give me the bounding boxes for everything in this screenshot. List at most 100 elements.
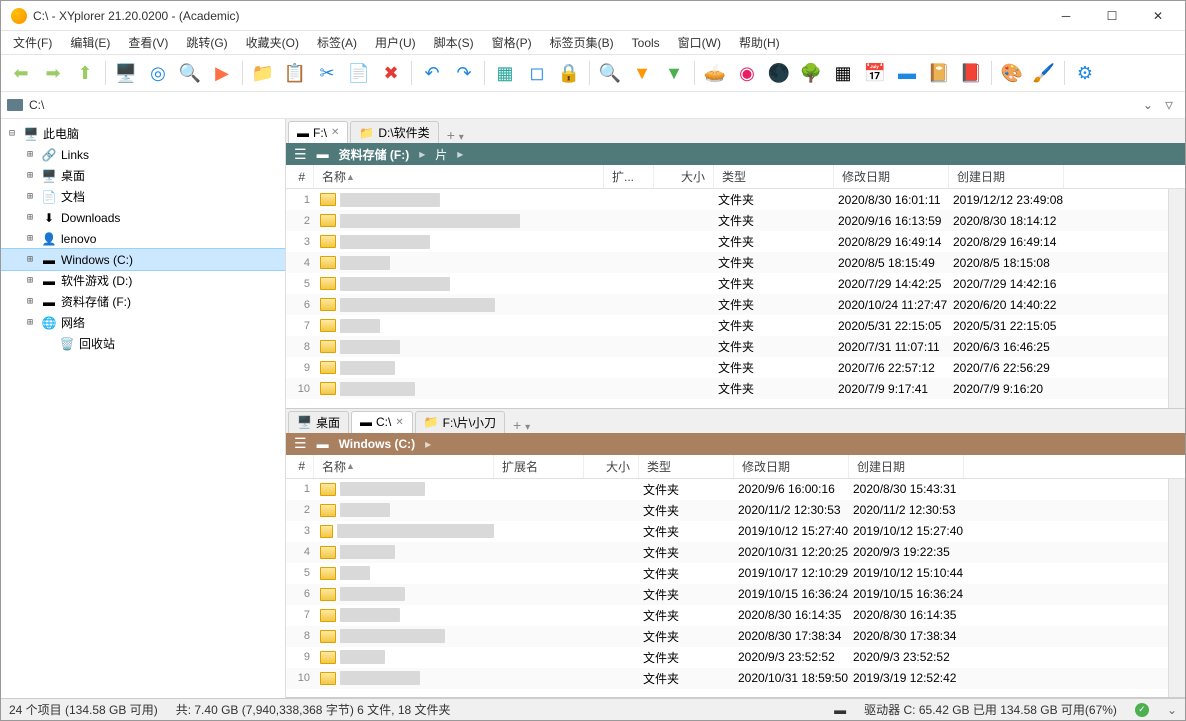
menu-收藏夹(O)[interactable]: 收藏夹(O) [238, 32, 307, 53]
spiral-icon[interactable]: ◉ [733, 59, 761, 87]
select-icon[interactable]: ▦ [491, 59, 519, 87]
menu-脚本(S)[interactable]: 脚本(S) [426, 32, 482, 53]
table-row[interactable]: 5 ████ 文件夹 2020/7/29 14:42:25 2020/7/29 … [286, 273, 1168, 294]
thumb-icon[interactable]: ▦ [829, 59, 857, 87]
deselect-icon[interactable]: ◻ [523, 59, 551, 87]
table-row[interactable]: 6 ████ 文件夹 2019/10/15 16:36:24 2019/10/1… [286, 584, 1168, 605]
tree-node[interactable]: ⊞📄文档 [1, 186, 285, 207]
filter-funnel-icon[interactable]: ▿ [1159, 95, 1179, 115]
filter2-icon[interactable]: ▼ [660, 59, 688, 87]
expand-icon[interactable]: ⊞ [23, 233, 37, 244]
breadcrumb-segment[interactable]: Windows (C:) [339, 437, 416, 451]
expand-icon[interactable]: ⊞ [23, 191, 37, 202]
expand-icon[interactable]: ⊟ [5, 128, 19, 139]
chevron-down-icon[interactable]: ⌄ [1167, 703, 1177, 717]
filter-icon[interactable]: ▼ [628, 59, 656, 87]
table-row[interactable]: 3 ████ 文件夹 2020/8/29 16:49:14 2020/8/29 … [286, 231, 1168, 252]
tree-node[interactable]: ⊞🔗Links [1, 144, 285, 165]
undo-icon[interactable]: ↶ [418, 59, 446, 87]
table-row[interactable]: 1 ████ 文件夹 2020/8/30 16:01:11 2019/12/12… [286, 189, 1168, 210]
column-header[interactable]: 创建日期 [949, 165, 1064, 188]
column-header[interactable]: # [286, 455, 314, 478]
lock-icon[interactable]: 🔒 [555, 59, 583, 87]
rows-top[interactable]: 1 ████ 文件夹 2020/8/30 16:01:11 2019/12/12… [286, 189, 1168, 408]
menu-icon[interactable]: ☰ [294, 146, 307, 163]
menu-帮助(H)[interactable]: 帮助(H) [731, 32, 788, 53]
tab[interactable]: 🖥️桌面 [288, 411, 349, 433]
tree-node[interactable]: 🗑️回收站 [1, 333, 285, 354]
paste-icon[interactable]: 📄 [345, 59, 373, 87]
column-header[interactable]: 创建日期 [849, 455, 964, 478]
play-icon[interactable]: ▶ [208, 59, 236, 87]
column-header[interactable]: # [286, 165, 314, 188]
monitor-icon[interactable]: 🖥️ [112, 59, 140, 87]
expand-icon[interactable]: ⊞ [23, 296, 37, 307]
rows-bottom[interactable]: 1 ████ 文件夹 2020/9/6 16:00:16 2020/8/30 1… [286, 479, 1168, 698]
menu-标签页集(B)[interactable]: 标签页集(B) [542, 32, 622, 53]
expand-icon[interactable]: ⊞ [23, 212, 37, 223]
expand-icon[interactable]: ⊞ [23, 254, 37, 265]
bookmark-icon[interactable]: 📔 [925, 59, 953, 87]
menu-跳转(G)[interactable]: 跳转(G) [178, 32, 235, 53]
tree-node[interactable]: ⊞👤lenovo [1, 228, 285, 249]
forward-button[interactable]: ➡ [39, 59, 67, 87]
book-icon[interactable]: 📕 [957, 59, 985, 87]
table-row[interactable]: 10 ████ 文件夹 2020/10/31 18:59:50 2019/3/1… [286, 668, 1168, 689]
column-header[interactable]: 名称 ▲ [314, 455, 494, 478]
expand-icon[interactable]: ⊞ [23, 149, 37, 160]
back-button[interactable]: ⬅ [7, 59, 35, 87]
column-header[interactable]: 名称 ▲ [314, 165, 604, 188]
table-row[interactable]: 9 ████ 文件夹 2020/7/6 22:57:12 2020/7/6 22… [286, 357, 1168, 378]
column-header[interactable]: 大小 [584, 455, 639, 478]
close-button[interactable]: ✕ [1135, 1, 1181, 31]
table-row[interactable]: 6 ████ 文件夹 2020/10/24 11:27:47 2020/6/20… [286, 294, 1168, 315]
tree-node[interactable]: ⊞▬资料存储 (F:) [1, 291, 285, 312]
new-folder-icon[interactable]: 📁 [249, 59, 277, 87]
menu-编辑(E)[interactable]: 编辑(E) [62, 32, 118, 53]
tree-node[interactable]: ⊞⬇Downloads [1, 207, 285, 228]
folder-tree[interactable]: ⊟🖥️此电脑⊞🔗Links⊞🖥️桌面⊞📄文档⊞⬇Downloads⊞👤lenov… [1, 119, 286, 698]
table-row[interactable]: 8 ████ 文件夹 2020/7/31 11:07:11 2020/6/3 1… [286, 336, 1168, 357]
menu-文件(F)[interactable]: 文件(F) [5, 32, 60, 53]
column-header[interactable]: 类型 [714, 165, 834, 188]
cut-icon[interactable]: ✂ [313, 59, 341, 87]
tree-node[interactable]: ⊞🌐网络 [1, 312, 285, 333]
menu-Tools[interactable]: Tools [624, 34, 668, 52]
table-row[interactable]: 9 ████ 文件夹 2020/9/3 23:52:52 2020/9/3 23… [286, 647, 1168, 668]
table-row[interactable]: 10 ████ 文件夹 2020/7/9 9:17:41 2020/7/9 9:… [286, 378, 1168, 399]
refresh-icon[interactable]: 🔍 [176, 59, 204, 87]
table-row[interactable]: 3 ████ 文件夹 2019/10/12 15:27:40 2019/10/1… [286, 521, 1168, 542]
close-icon[interactable]: ✕ [395, 417, 403, 428]
menu-窗格(P)[interactable]: 窗格(P) [484, 32, 540, 53]
breadcrumb-top[interactable]: ☰ ▬ 资料存储 (F:) ▸ 片 ▸ [286, 143, 1185, 165]
expand-icon[interactable]: ⊞ [23, 170, 37, 181]
panes-icon[interactable]: ▬ [893, 59, 921, 87]
tree-node[interactable]: ⊞▬Windows (C:) [1, 249, 285, 270]
search-icon[interactable]: 🔍 [596, 59, 624, 87]
expand-icon[interactable]: ⊞ [23, 317, 37, 328]
breadcrumb-segment[interactable]: 片 [435, 146, 447, 163]
column-header[interactable]: 扩... [604, 165, 654, 188]
menu-窗口(W)[interactable]: 窗口(W) [670, 32, 729, 53]
breadcrumb-segment[interactable]: 资料存储 (F:) [339, 146, 410, 163]
chart-icon[interactable]: 🥧 [701, 59, 729, 87]
column-header[interactable]: 类型 [639, 455, 734, 478]
tab[interactable]: ▬C:\✕ [351, 411, 413, 433]
table-row[interactable]: 1 ████ 文件夹 2020/9/6 16:00:16 2020/8/30 1… [286, 479, 1168, 500]
expand-icon[interactable]: ⊞ [23, 275, 37, 286]
table-row[interactable]: 2 ████ 文件夹 2020/11/2 12:30:53 2020/11/2 … [286, 500, 1168, 521]
close-icon[interactable]: ✕ [331, 127, 339, 138]
scrollbar[interactable] [1168, 479, 1185, 698]
delete-icon[interactable]: ✖ [377, 59, 405, 87]
add-tab-button[interactable]: + ▾ [441, 127, 470, 143]
tab[interactable]: ▬F:\✕ [288, 121, 348, 143]
menu-查看(V)[interactable]: 查看(V) [120, 32, 176, 53]
tab[interactable]: 📁F:\片\小刀 [415, 411, 505, 433]
gear-icon[interactable]: ⚙ [1071, 59, 1099, 87]
column-header[interactable]: 大小 [654, 165, 714, 188]
tab[interactable]: 📁D:\软件类 [350, 121, 438, 143]
globe-icon[interactable]: 🌑 [765, 59, 793, 87]
menu-icon[interactable]: ☰ [294, 435, 307, 452]
add-tab-button[interactable]: + ▾ [507, 417, 536, 433]
table-row[interactable]: 7 ████ 文件夹 2020/5/31 22:15:05 2020/5/31 … [286, 315, 1168, 336]
